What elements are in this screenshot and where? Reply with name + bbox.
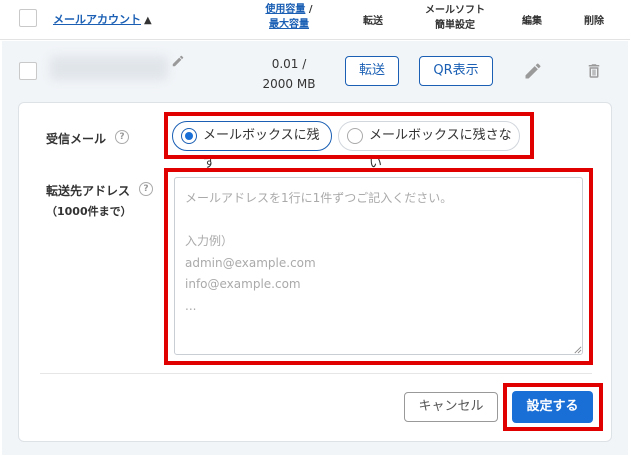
qr-display-button[interactable]: QR表示 bbox=[419, 56, 493, 86]
sort-account-link[interactable]: メールアカウント ▲ bbox=[53, 11, 152, 27]
form-divider bbox=[40, 373, 592, 374]
usage-sort-link[interactable]: 使用容量 bbox=[265, 4, 305, 15]
edit-column-header: 編集 bbox=[522, 16, 542, 27]
row-checkbox[interactable] bbox=[19, 62, 37, 80]
sort-asc-icon: ▲ bbox=[144, 15, 152, 26]
mailsoft-header-line2: 簡単設定 bbox=[435, 20, 475, 31]
highlight-receive-options bbox=[164, 112, 534, 159]
usage-value: 0.01 / 2000 MB bbox=[250, 54, 328, 94]
usage-column-header[interactable]: 使用容量 / 最大容量 bbox=[258, 2, 320, 32]
receive-help-icon[interactable]: ? bbox=[115, 130, 129, 144]
edit-account-name-icon[interactable] bbox=[171, 54, 185, 68]
max-capacity-sort-link[interactable]: 最大容量 bbox=[269, 19, 309, 30]
cancel-button[interactable]: キャンセル bbox=[404, 392, 498, 422]
mailsoft-column-header: メールソフト 簡単設定 bbox=[416, 3, 494, 33]
select-all-checkbox[interactable] bbox=[19, 9, 37, 27]
usage-slash: / bbox=[305, 4, 313, 15]
highlight-submit-button bbox=[503, 383, 603, 431]
usage-max: 2000 MB bbox=[262, 77, 316, 91]
delete-column-header: 削除 bbox=[584, 16, 604, 27]
forward-column-header: 転送 bbox=[363, 16, 383, 27]
usage-used: 0.01 / bbox=[271, 57, 307, 71]
receive-mail-label: 受信メール bbox=[46, 132, 107, 146]
forward-limit-label: （1000件まで） bbox=[46, 205, 132, 218]
blurred-account-name bbox=[50, 56, 168, 80]
table-header: メールアカウント ▲ 使用容量 / 最大容量 転送 メールソフト 簡単設定 編集 … bbox=[0, 0, 630, 40]
highlight-forward-textarea bbox=[164, 168, 593, 365]
forward-button[interactable]: 転送 bbox=[345, 56, 399, 86]
account-column-label[interactable]: メールアカウント bbox=[53, 13, 141, 26]
trash-icon[interactable] bbox=[585, 61, 603, 81]
forward-address-label: 転送先アドレス bbox=[46, 184, 131, 198]
pencil-icon[interactable] bbox=[523, 61, 543, 81]
mailsoft-header-line1: メールソフト bbox=[425, 5, 485, 16]
forward-help-icon[interactable]: ? bbox=[139, 182, 153, 196]
